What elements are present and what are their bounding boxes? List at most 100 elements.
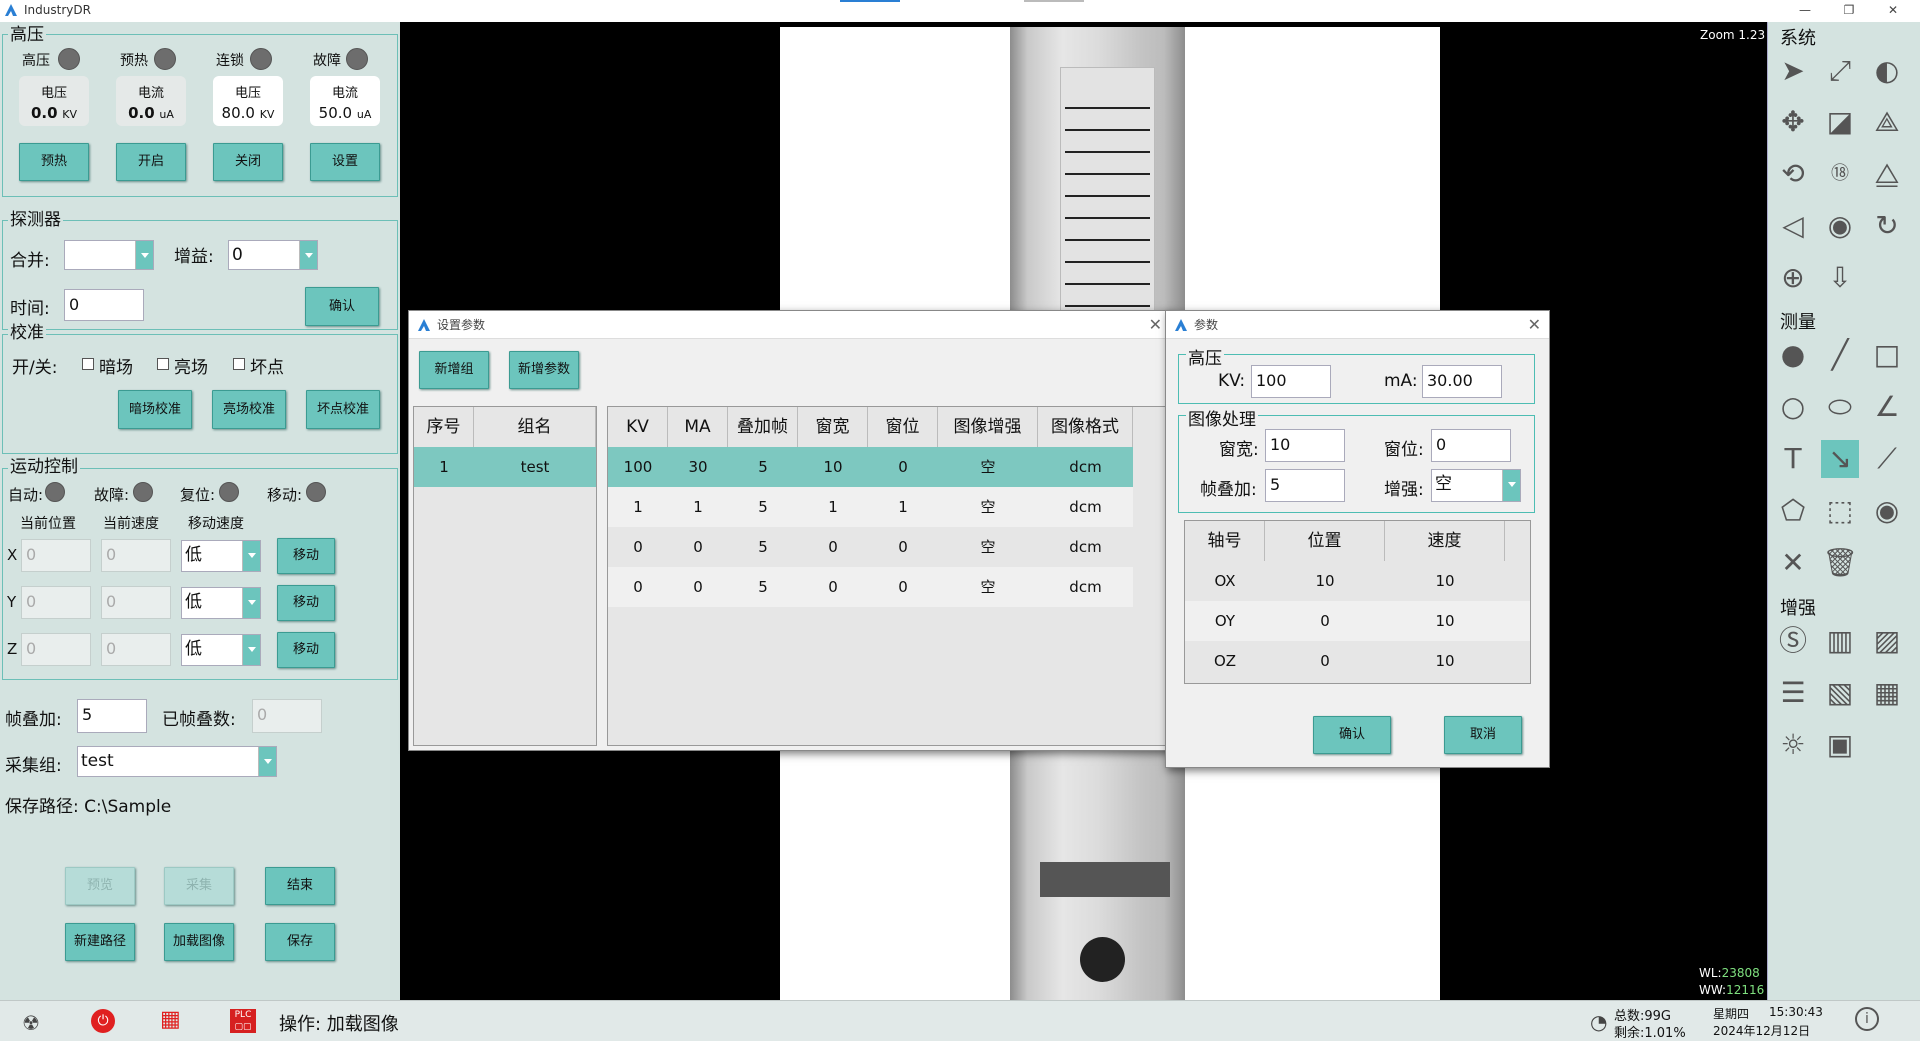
table-row[interactable]: 100 30 5 10 0 空 dcm [608, 447, 1133, 487]
collect-button[interactable]: 采集 [164, 867, 234, 905]
clear-icon[interactable]: ✕ [1774, 544, 1812, 582]
table-row[interactable]: 1 test [414, 447, 596, 487]
view-icon[interactable]: ◉ [1868, 492, 1906, 530]
frame-stack-input[interactable]: 5 [77, 699, 147, 733]
table-row[interactable]: OY 0 10 [1185, 601, 1530, 641]
fit-screen-icon[interactable]: ⤢ [1821, 52, 1859, 90]
log-icon[interactable]: ▨ [1868, 622, 1906, 660]
flip-icon[interactable]: ⟁ [1868, 103, 1906, 141]
dark-calibration-button[interactable]: 暗场校准 [118, 390, 192, 429]
pointer-icon[interactable]: ➤ [1774, 52, 1812, 90]
dark-field-checkbox[interactable] [82, 358, 94, 370]
params-cancel-button[interactable]: 取消 [1444, 716, 1522, 754]
region-icon[interactable]: ⬚ [1821, 492, 1859, 530]
bad-pixel-checkbox[interactable] [233, 358, 245, 370]
table-row[interactable]: OX 10 10 [1185, 561, 1530, 601]
preheat-button[interactable]: 预热 [19, 143, 89, 181]
restore-button[interactable]: ❐ [1826, 0, 1872, 22]
add-param-button[interactable]: 新增参数 [509, 351, 579, 389]
mirror-icon[interactable]: ⧋ [1868, 155, 1906, 193]
adjust-sliders-icon[interactable]: ☰ [1774, 674, 1812, 712]
hv-settings-button[interactable]: 设置 [310, 143, 380, 181]
trash-icon[interactable]: 🗑 [1821, 544, 1859, 582]
ellipse-icon[interactable]: ⬭ [1821, 388, 1859, 426]
invert-icon[interactable]: ◐ [1868, 52, 1906, 90]
window-width-input[interactable]: 10 [1265, 429, 1345, 462]
axis-x-position[interactable]: 0 [21, 539, 91, 572]
overlay-icon[interactable]: ◪ [1821, 103, 1859, 141]
kv-input[interactable]: 100 [1251, 365, 1331, 398]
zoom-in-icon[interactable]: ⊕ [1774, 259, 1812, 297]
stack-input[interactable]: 5 [1265, 469, 1345, 502]
bright-calibration-button[interactable]: 亮场校准 [212, 390, 286, 429]
window-level-input[interactable]: 0 [1431, 429, 1511, 462]
table-row[interactable]: OZ 0 10 [1185, 641, 1530, 681]
axis-y-position[interactable]: 0 [21, 586, 91, 619]
eye-icon[interactable]: ◉ [1821, 207, 1859, 245]
preview-button[interactable]: 预览 [65, 867, 135, 905]
table-row[interactable]: 0 0 5 0 0 空 dcm [608, 527, 1133, 567]
point-icon[interactable]: ● [1774, 336, 1812, 374]
rotate-180-icon[interactable]: ⑱ [1821, 155, 1859, 193]
plc-icon[interactable]: PLC ▢▢ [230, 1009, 256, 1033]
hv-off-button[interactable]: 关闭 [213, 143, 283, 181]
axis-y-speed[interactable]: 0 [101, 586, 171, 619]
rotate-left-icon[interactable]: ⟲ [1774, 155, 1812, 193]
gain-select[interactable]: 0 [228, 240, 318, 270]
refresh-icon[interactable]: ↻ [1868, 207, 1906, 245]
pyramid-icon[interactable]: ▧ [1821, 674, 1859, 712]
axis-z-speed-select[interactable]: 低 [181, 634, 261, 666]
axis-x-speed[interactable]: 0 [101, 539, 171, 572]
pan-icon[interactable]: ✥ [1774, 103, 1812, 141]
rectangle-icon[interactable]: □ [1868, 336, 1906, 374]
close-button[interactable]: ✕ [1870, 0, 1916, 22]
mask-icon[interactable]: ▦ [1868, 674, 1906, 712]
axis-x-speed-select[interactable]: 低 [181, 540, 261, 572]
table-row[interactable]: 1 1 5 1 1 空 dcm [608, 487, 1133, 527]
detector-confirm-button[interactable]: 确认 [305, 287, 379, 326]
add-group-button[interactable]: 新增组 [419, 351, 489, 389]
ruler-icon[interactable]: ◁ [1774, 207, 1812, 245]
histogram-icon[interactable]: ▥ [1821, 622, 1859, 660]
save-button[interactable]: 保存 [265, 923, 335, 961]
acq-group-select[interactable]: test [77, 746, 277, 777]
text-icon[interactable]: T [1774, 440, 1812, 478]
text-arrow-icon[interactable]: ↘ [1821, 440, 1859, 478]
enhance-select[interactable]: 空 [1431, 469, 1521, 502]
bad-pixel-calibration-button[interactable]: 坏点校准 [306, 390, 380, 429]
ma-input[interactable]: 30.00 [1422, 365, 1502, 398]
angle-icon[interactable]: ∠ [1868, 388, 1906, 426]
close-icon[interactable]: ✕ [1149, 311, 1162, 339]
param-table: KV MA 叠加帧 窗宽 窗位 图像增强 图像格式 100 30 5 10 0 … [607, 406, 1166, 746]
image-icon[interactable]: ▣ [1821, 726, 1859, 764]
new-path-button[interactable]: 新建路径 [65, 923, 135, 961]
end-button[interactable]: 结束 [265, 867, 335, 905]
minimize-button[interactable]: — [1782, 0, 1828, 22]
axis-x-move-button[interactable]: 移动 [277, 538, 335, 574]
axis-z-move-button[interactable]: 移动 [277, 632, 335, 668]
grid-icon[interactable]: ▦ [160, 1009, 181, 1031]
axis-y-move-button[interactable]: 移动 [277, 585, 335, 621]
info-icon[interactable]: i [1855, 1007, 1879, 1031]
power-icon[interactable]: ⏻ [91, 1009, 115, 1033]
radiation-icon[interactable]: ☢ [22, 1011, 40, 1035]
circle-icon[interactable]: ○ [1774, 388, 1812, 426]
hv-on-button[interactable]: 开启 [116, 143, 186, 181]
bright-field-checkbox[interactable] [157, 358, 169, 370]
table-row[interactable]: 0 0 5 0 0 空 dcm [608, 567, 1133, 607]
axis-z-position[interactable]: 0 [21, 633, 91, 666]
polyline-icon[interactable]: ⟋ [1868, 440, 1906, 478]
axis-y-speed-select[interactable]: 低 [181, 587, 261, 619]
time-input[interactable]: 0 [64, 289, 144, 321]
line-icon[interactable]: ╱ [1821, 336, 1859, 374]
load-image-button[interactable]: 加载图像 [164, 923, 234, 961]
download-icon[interactable]: ⇩ [1821, 259, 1859, 297]
param-col-ma: MA [668, 407, 728, 447]
brightness-icon[interactable]: ☼ [1774, 726, 1812, 764]
merge-select[interactable] [64, 240, 154, 270]
params-confirm-button[interactable]: 确认 [1313, 716, 1391, 754]
sharpen-icon[interactable]: Ⓢ [1774, 622, 1812, 660]
close-icon[interactable]: ✕ [1528, 311, 1541, 339]
polygon-icon[interactable]: ⬠ [1774, 492, 1812, 530]
axis-z-speed[interactable]: 0 [101, 633, 171, 666]
